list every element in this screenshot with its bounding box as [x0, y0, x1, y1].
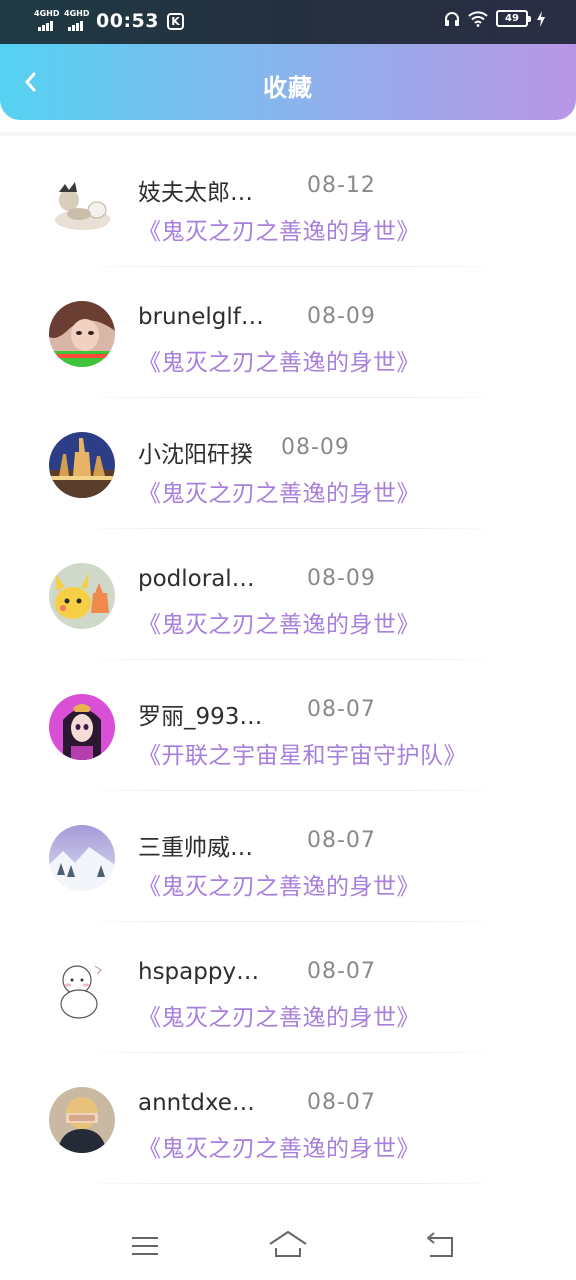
list-item[interactable]: podloral… 08-09 《鬼灭之刃之善逸的身世》: [0, 529, 576, 660]
user-name[interactable]: hspappy…: [138, 959, 288, 985]
avatar[interactable]: [49, 563, 115, 629]
user-name[interactable]: anntdxe…: [138, 1090, 288, 1116]
avatar[interactable]: [49, 432, 115, 498]
signal-icon: 4GHD: [34, 9, 60, 32]
list-item[interactable]: anntdxe… 08-07 《鬼灭之刃之善逸的身世》: [0, 1053, 576, 1184]
home-icon: [269, 1231, 307, 1257]
favorite-date: 08-07: [307, 1090, 376, 1115]
status-left: 4GHD 4GHD 00:53 K: [34, 10, 184, 32]
user-name[interactable]: 三重帅威…: [138, 828, 288, 862]
user-name[interactable]: 罗丽_993…: [138, 697, 288, 731]
page-title: 收藏: [263, 74, 313, 102]
avatar[interactable]: [49, 694, 115, 760]
signal-icon: 4GHD: [64, 9, 90, 32]
user-name[interactable]: 妓夫太郎…: [138, 173, 288, 207]
app-notification-icon: K: [166, 12, 184, 30]
favorite-date: 08-09: [281, 435, 350, 460]
avatar[interactable]: [49, 170, 115, 236]
list-item[interactable]: 小沈阳矸揆 08-09 《鬼灭之刃之善逸的身世》: [0, 398, 576, 529]
network-type-label: 4GHD: [34, 9, 60, 18]
list-item[interactable]: brunelglf… 08-09 《鬼灭之刃之善逸的身世》: [0, 267, 576, 398]
favorite-date: 08-07: [307, 959, 376, 984]
menu-button[interactable]: [124, 1228, 164, 1262]
list-item[interactable]: 三重帅威… 08-07 《鬼灭之刃之善逸的身世》: [0, 791, 576, 922]
favorite-date: 08-09: [307, 566, 376, 591]
work-title-link[interactable]: 《鬼灭之刃之善逸的身世》: [138, 605, 420, 639]
avatar[interactable]: [49, 956, 115, 1022]
avatar[interactable]: [49, 301, 115, 367]
work-title-link[interactable]: 《鬼灭之刃之善逸的身世》: [138, 212, 420, 246]
work-title-link[interactable]: 《鬼灭之刃之善逸的身世》: [138, 867, 420, 901]
network-type-label: 4GHD: [64, 9, 90, 18]
clock: 00:53: [96, 10, 159, 32]
headphones-icon: [445, 11, 459, 26]
work-title-link[interactable]: 《开联之宇宙星和宇宙守护队》: [138, 736, 467, 770]
header: 收藏: [0, 44, 576, 120]
work-title-link[interactable]: 《鬼灭之刃之善逸的身世》: [138, 1129, 420, 1163]
back-nav-button[interactable]: [420, 1228, 460, 1262]
wifi-icon: [468, 10, 488, 27]
menu-icon: [132, 1237, 158, 1255]
favorite-date: 08-07: [307, 697, 376, 722]
work-title-link[interactable]: 《鬼灭之刃之善逸的身世》: [138, 474, 420, 508]
status-bar: 4GHD 4GHD 00:53 K 49: [0, 0, 576, 44]
divider: [80, 1183, 500, 1184]
list-item[interactable]: 罗丽_993… 08-07 《开联之宇宙星和宇宙守护队》: [0, 660, 576, 791]
avatar[interactable]: [49, 825, 115, 891]
battery-icon: 49: [496, 10, 531, 27]
favorite-date: 08-12: [307, 173, 376, 198]
system-navigation-bar: [0, 1212, 576, 1280]
user-name[interactable]: podloral…: [138, 566, 288, 592]
list-item[interactable]: hspappy… 08-07 《鬼灭之刃之善逸的身世》: [0, 922, 576, 1053]
favorites-list: 妓夫太郎… 08-12 《鬼灭之刃之善逸的身世》 brunelglf… 08-0…: [0, 132, 576, 1212]
status-right: 49: [444, 10, 546, 27]
back-icon: [427, 1232, 453, 1257]
favorite-date: 08-07: [307, 828, 376, 853]
list-item[interactable]: 妓夫太郎… 08-12 《鬼灭之刃之善逸的身世》: [0, 136, 576, 267]
user-name[interactable]: 小沈阳矸揆: [138, 435, 288, 469]
home-button[interactable]: [268, 1228, 308, 1262]
avatar[interactable]: [49, 1087, 115, 1153]
work-title-link[interactable]: 《鬼灭之刃之善逸的身世》: [138, 343, 420, 377]
work-title-link[interactable]: 《鬼灭之刃之善逸的身世》: [138, 998, 420, 1032]
user-name[interactable]: brunelglf…: [138, 304, 288, 330]
charging-icon: [537, 10, 545, 27]
favorite-date: 08-09: [307, 304, 376, 329]
